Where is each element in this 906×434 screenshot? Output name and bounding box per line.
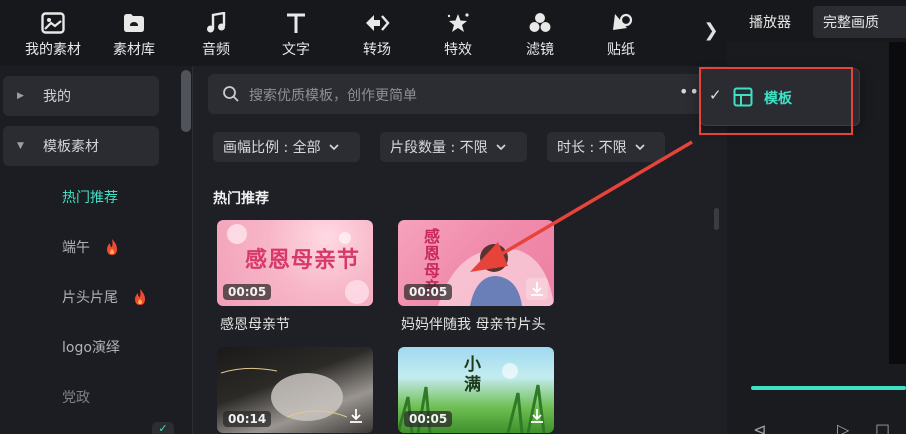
template-card[interactable]: 感恩母亲节 00:05 感恩母亲节 bbox=[217, 220, 373, 334]
filters-icon bbox=[527, 10, 553, 36]
download-icon[interactable] bbox=[345, 405, 367, 427]
sidebar-item-logo[interactable]: logo演绎 bbox=[62, 337, 120, 357]
play-icon[interactable]: ▷ bbox=[837, 420, 849, 434]
toolbar-label: 特效 bbox=[444, 42, 472, 58]
toolbar-my-assets[interactable]: 我的素材 bbox=[13, 0, 93, 66]
caret-right-icon: ▶ bbox=[17, 91, 24, 101]
template-card[interactable]: 小满 00:05 bbox=[398, 347, 554, 434]
sidebar-item-duanwu[interactable]: 端午 bbox=[62, 237, 120, 257]
library-icon bbox=[121, 10, 147, 36]
template-thumbnail: 感恩母亲 00:05 bbox=[398, 220, 554, 306]
toolbar-filters[interactable]: 滤镜 bbox=[500, 0, 580, 66]
music-note-icon bbox=[203, 10, 229, 36]
category-sidebar: ▶ 我的 ▼ 模板素材 热门推荐 端午 片头片尾 logo演绎 党政 ✓ bbox=[0, 66, 193, 434]
section-title: 热门推荐 bbox=[213, 191, 269, 207]
template-card[interactable]: 感恩母亲 00:05 妈妈伴随我 母亲节片头 bbox=[398, 220, 554, 334]
transition-icon bbox=[364, 10, 390, 36]
filter-clip-count[interactable]: 片段数量 : 不限 bbox=[380, 132, 527, 162]
thumbnail-caption: 小满 bbox=[464, 355, 481, 395]
sidebar-group-mine[interactable]: ▶ 我的 bbox=[3, 76, 159, 116]
template-thumbnail: 小满 00:05 bbox=[398, 347, 554, 433]
top-toolbar: 我的素材 素材库 音频 文字 转场 特效 滤镜 贴纸 ❯ bbox=[0, 0, 727, 66]
template-browser: 搜索优质模板，创作更简单 ••• 画幅比例 : 全部 片段数量 : 不限 时长 … bbox=[193, 66, 727, 434]
sidebar-item-hot[interactable]: 热门推荐 bbox=[62, 187, 118, 207]
content-scrollbar[interactable] bbox=[714, 208, 719, 230]
sidebar-scrollbar[interactable] bbox=[181, 70, 191, 132]
effects-icon bbox=[445, 10, 471, 36]
tab-full-quality[interactable]: 完整画质 bbox=[823, 12, 879, 32]
toolbar-label: 文字 bbox=[282, 42, 310, 58]
filter-label: 画幅比例 : 全部 bbox=[223, 140, 321, 156]
stop-icon[interactable]: □ bbox=[875, 420, 890, 434]
toolbar-effects[interactable]: 特效 bbox=[418, 0, 498, 66]
player-tabs: 播放器 完整画质 bbox=[727, 0, 906, 42]
template-title: 妈妈伴随我 母亲节片头 bbox=[401, 317, 546, 333]
tab-player[interactable]: 播放器 bbox=[749, 12, 791, 32]
template-card[interactable]: 00:14 bbox=[217, 347, 373, 434]
download-icon[interactable] bbox=[526, 405, 548, 427]
toolbar-transition[interactable]: 转场 bbox=[337, 0, 417, 66]
video-preview bbox=[889, 42, 906, 364]
player-panel: 播放器 完整画质 ⊲ ▷ □ bbox=[727, 0, 906, 434]
chevron-down-icon bbox=[635, 144, 645, 151]
toolbar-label: 我的素材 bbox=[25, 42, 81, 58]
sidebar-item-label: 党政 bbox=[62, 390, 90, 406]
flame-icon bbox=[107, 239, 117, 255]
filter-label: 时长 : 不限 bbox=[557, 140, 627, 156]
previous-frame-icon[interactable]: ⊲ bbox=[753, 420, 766, 434]
flame-icon bbox=[135, 289, 145, 305]
duration-badge: 00:05 bbox=[223, 284, 272, 300]
duration-badge: 00:14 bbox=[223, 411, 272, 427]
chevron-down-icon bbox=[496, 144, 506, 151]
toolbar-text[interactable]: 文字 bbox=[256, 0, 336, 66]
sidebar-item-label: 片头片尾 bbox=[62, 290, 118, 306]
toolbar-label: 素材库 bbox=[113, 42, 155, 58]
sidebar-item-label: 热门推荐 bbox=[62, 190, 118, 206]
toolbar-label: 音频 bbox=[202, 42, 230, 58]
toolbar-label: 滤镜 bbox=[526, 42, 554, 58]
toolbar-audio[interactable]: 音频 bbox=[176, 0, 256, 66]
toolbar-label: 贴纸 bbox=[607, 42, 635, 58]
template-title: 感恩母亲节 bbox=[220, 317, 290, 333]
chevron-down-icon bbox=[329, 144, 339, 151]
sidebar-item-label: logo演绎 bbox=[62, 340, 120, 356]
sidebar-group-label: 我的 bbox=[43, 89, 71, 105]
toolbar-more-chevron-icon[interactable]: ❯ bbox=[700, 18, 722, 44]
collapse-toggle-icon[interactable]: ✓ bbox=[152, 422, 174, 434]
search-input[interactable]: 搜索优质模板，创作更简单 bbox=[208, 74, 710, 114]
filter-duration[interactable]: 时长 : 不限 bbox=[547, 132, 665, 162]
toolbar-library[interactable]: 素材库 bbox=[94, 0, 174, 66]
caret-down-icon: ▼ bbox=[17, 141, 24, 151]
template-thumbnail: 感恩母亲节 00:05 bbox=[217, 220, 373, 306]
filter-label: 片段数量 : 不限 bbox=[390, 140, 488, 156]
sticker-icon bbox=[608, 10, 634, 36]
sidebar-group-label: 模板素材 bbox=[43, 139, 99, 155]
thumbnail-caption: 感恩母亲节 bbox=[245, 247, 361, 273]
sidebar-item-intro-outro[interactable]: 片头片尾 bbox=[62, 287, 148, 307]
playback-progress-bar[interactable] bbox=[751, 386, 906, 390]
filter-aspect-ratio[interactable]: 画幅比例 : 全部 bbox=[213, 132, 360, 162]
my-assets-icon bbox=[40, 10, 66, 36]
search-icon bbox=[223, 86, 239, 102]
search-placeholder: 搜索优质模板，创作更简单 bbox=[249, 88, 417, 104]
sidebar-group-template-assets[interactable]: ▼ 模板素材 bbox=[3, 126, 159, 166]
duration-badge: 00:05 bbox=[404, 284, 453, 300]
sidebar-item-label: 端午 bbox=[62, 240, 90, 256]
text-icon bbox=[283, 10, 309, 36]
sidebar-item-party[interactable]: 党政 bbox=[62, 387, 90, 407]
template-thumbnail: 00:14 bbox=[217, 347, 373, 433]
duration-badge: 00:05 bbox=[404, 411, 453, 427]
toolbar-stickers[interactable]: 贴纸 bbox=[581, 0, 661, 66]
toolbar-label: 转场 bbox=[363, 42, 391, 58]
annotation-highlight-box bbox=[699, 67, 853, 135]
download-icon[interactable] bbox=[526, 278, 548, 300]
